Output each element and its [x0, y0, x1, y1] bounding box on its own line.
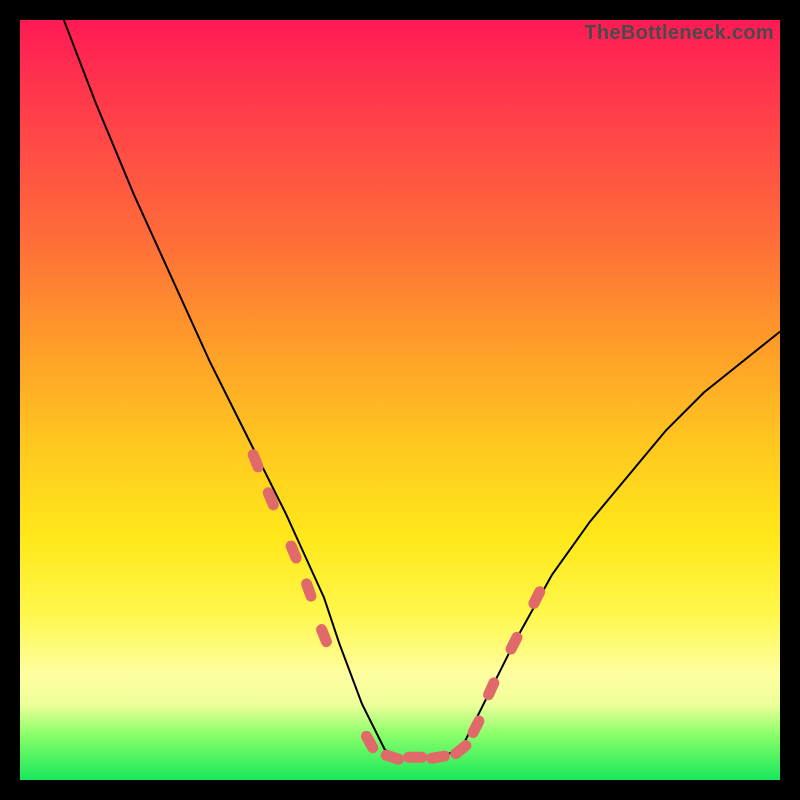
- overlay-point: [284, 539, 303, 565]
- bottleneck-curve: [20, 0, 780, 757]
- overlay-point: [504, 630, 525, 656]
- chart-svg: [20, 20, 780, 780]
- curve-layer: [20, 0, 780, 757]
- overlay-point: [527, 584, 548, 610]
- overlay-point: [481, 676, 501, 702]
- overlay-point: [314, 622, 333, 648]
- chart-frame: TheBottleneck.com: [20, 20, 780, 780]
- overlay-point: [379, 748, 405, 766]
- overlay-point: [246, 448, 265, 474]
- overlay-point: [403, 752, 427, 763]
- overlay-point: [448, 738, 474, 762]
- overlay-point: [466, 714, 487, 740]
- overlay-point: [425, 750, 450, 765]
- overlay-points-layer: [246, 448, 547, 767]
